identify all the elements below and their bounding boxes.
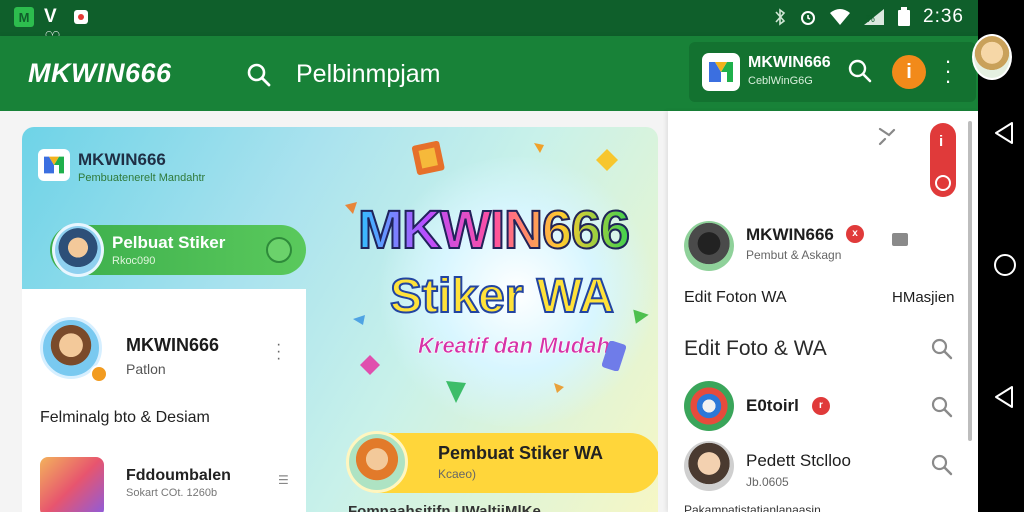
pill-subtitle: Kcaeo) [438,467,477,481]
home-icon[interactable] [992,252,1018,278]
confetti-icon [360,355,380,375]
pill-title: Pelbuat Stiker [112,233,226,252]
pin-icon[interactable] [876,125,898,147]
signal-icon: % [864,9,885,25]
search-icon[interactable] [930,395,954,419]
back-icon[interactable] [992,120,1018,146]
confetti-icon [554,383,564,393]
profile-subtitle: Patlon [126,361,166,377]
headline-brand: MKWIN666 [357,199,631,261]
account-subtitle: CeblWinG6G [748,75,813,87]
gift-box-icon [411,140,445,176]
confetti-icon [534,143,544,153]
scrollbar[interactable] [968,121,972,441]
headline-tagline: Kreatif dan Mudah [418,333,611,359]
contact-subtitle: Pembut & Askagn [746,248,842,262]
profile-description: Felminalg bto & Desiam [40,409,210,426]
avatar [346,431,408,493]
avatar [52,223,104,277]
phone-icon [602,341,626,371]
confetti-icon [345,202,357,214]
profile-card[interactable]: MKWIN666 Patlon · · · Felminalg bto & Desi… [22,289,306,512]
row-title[interactable]: Fddoumbalen [126,467,231,485]
confetti-icon [353,315,365,325]
status-bar: M W V ♡ % 2:36 [0,0,978,50]
app-bar: MKWIN666 Pelbinmpjam MKWIN666 CeblWinG6G… [0,36,978,111]
alert-button[interactable]: i [892,55,926,89]
more-vert-icon[interactable]: · · · [941,50,955,92]
bluetooth-icon [775,8,786,26]
wifi-icon [830,9,851,25]
search-icon[interactable] [847,58,873,84]
contact-name[interactable]: MKWIN666 [746,225,834,245]
avatar [684,221,734,271]
profile-name: MKWIN666 [126,335,220,355]
whatsapp-icon[interactable] [266,237,292,263]
search-icon[interactable] [246,62,272,88]
contact-subtitle: Jb.0605 [746,475,789,489]
pill-subtitle: Rkoc090 [112,255,156,267]
app-brand[interactable]: MKWIN666 [28,58,172,89]
menu-icon[interactable]: ☰ [278,473,292,487]
avatar [684,441,734,491]
promo-banner[interactable]: MKWIN666 Pembuatenerelt Mandahtr Pelbuat… [22,127,658,512]
search-icon[interactable] [930,453,954,477]
avatar [684,381,734,431]
mk-logo-icon [38,149,70,181]
pill-title: Pembuat Stiker WA [438,443,604,463]
panel-footer-text: Pakampatistatianlanaasin [684,503,821,512]
account-title: MKWIN666 [748,54,831,71]
action-label[interactable]: HMasjien [892,289,955,306]
wa-sticker-pill[interactable]: Pembuat Stiker WA Kcaeo) [346,431,658,493]
status-right: % 2:36 [773,6,964,28]
camera-icon [935,175,951,191]
contact-name[interactable]: E0toirl [746,396,799,416]
record-button[interactable]: i [930,123,956,197]
status-left: M W V ♡ [14,0,88,50]
row-subtitle: Sokart COt. 1260b [126,487,218,499]
more-vert-icon[interactable]: · · · [276,337,281,367]
search-input[interactable]: Pelbinmpjam [296,60,441,89]
mk-logo-icon [702,53,740,91]
app-thumbnail-icon [40,457,104,512]
edit-photo-label[interactable]: Edit Foton WA [684,289,787,307]
svg-text:%: % [866,14,875,25]
headline-sticker: Stiker WA [389,269,615,324]
battery-icon [898,7,911,26]
search-icon[interactable] [930,337,954,361]
main-content: MKWIN666 Pembuatenerelt Mandahtr Pelbuat… [0,111,978,512]
status-badge [90,365,108,383]
banner-logo-subtitle: Pembuatenerelt Mandahtr [78,172,206,184]
contact-name[interactable]: Pedett Stclloo [746,451,851,471]
avatar[interactable] [972,34,1012,80]
confetti-icon [446,381,466,403]
folder-icon[interactable] [890,229,910,249]
confetti-icon [633,309,649,324]
status-badge: x [846,225,864,243]
record-icon [74,10,88,24]
banner-footer-text: Fomnaahsitifn UWaltiiMlKe [348,503,541,512]
sticker-maker-pill[interactable]: Pelbuat Stiker Rkoc090 [50,223,306,277]
status-time: 2:36 [923,6,964,27]
app-icon: M [14,7,34,27]
status-badge: r [812,397,830,415]
banner-logo-title: MKWIN666 [78,150,166,169]
confetti-icon [596,149,618,171]
back-icon[interactable] [992,384,1018,410]
side-panel: i MKWIN666 x Pembut & Askagn Edit Foton … [668,111,978,512]
alarm-icon [801,11,816,25]
section-heading: Edit Foto & WA [684,337,827,360]
account-card[interactable]: MKWIN666 CeblWinG6G i · · · [689,42,976,102]
notification-icon: W V ♡ [44,0,62,50]
info-icon: i [939,133,944,150]
